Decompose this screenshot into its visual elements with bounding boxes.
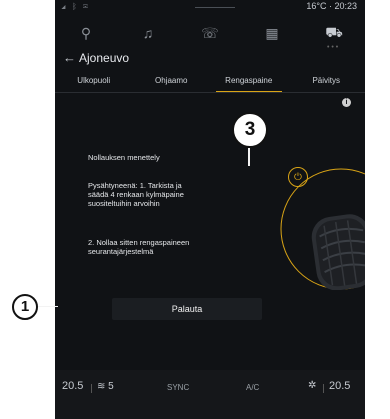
reset-step-2: 2. Nollaa sitten rengaspaineen seurantaj… (88, 238, 190, 256)
title-bar: ← Ajoneuvo (55, 48, 365, 70)
tab-paivitys[interactable]: Päivitys (288, 70, 366, 92)
sync-button[interactable]: SYNC (167, 383, 189, 392)
tire-illustration (265, 155, 365, 291)
callout-3-line (248, 148, 250, 166)
tab-ulkopuoli[interactable]: Ulkopuoli (55, 70, 133, 92)
passenger-temperature[interactable]: 20.5 (329, 380, 350, 392)
seat-heat-control[interactable]: ≋ 5 (97, 381, 114, 392)
climate-bar: 20.5 ≋ 5 SYNC A/C ✲ 20.5 (55, 370, 365, 419)
separator (323, 384, 324, 393)
seat-heat-icon: ≋ (97, 381, 106, 392)
tabs-divider (55, 92, 365, 93)
music-note-icon[interactable]: ♫ (131, 20, 165, 46)
location-pin-icon[interactable]: ⚲ (69, 20, 103, 46)
car-icon[interactable]: ⛟ (317, 20, 351, 46)
reset-procedure-heading: Nollauksen menettely (88, 153, 160, 162)
separator (91, 384, 92, 393)
tire-icon (280, 168, 365, 291)
back-arrow-icon[interactable]: ← (63, 50, 76, 65)
reset-step-1: Pysähtyneenä: 1. Tarkista ja säädä 4 ren… (88, 181, 184, 208)
fan-icon[interactable]: ✲ (308, 380, 316, 391)
tab-bar: Ulkopuoli Ohjaamo Rengaspaine Päivitys (55, 70, 365, 92)
power-icon[interactable]: ⏻ (288, 167, 308, 187)
status-divider (195, 7, 235, 8)
info-icon[interactable]: i (342, 98, 351, 107)
driver-temperature[interactable]: 20.5 (62, 380, 83, 392)
seat-heat-level: 5 (108, 381, 114, 392)
phone-icon[interactable]: ☏ (193, 20, 227, 46)
apps-grid-icon[interactable]: ▦ (255, 20, 289, 46)
status-temp-time: 16°C · 20:23 (306, 1, 357, 11)
infotainment-screen: ◢ ᛒ ✉ 16°C · 20:23 ⚲ ♫ ☏ ▦ ⛟ • • • ← Ajo… (55, 0, 365, 419)
callout-1: 1 (12, 294, 38, 320)
top-navigation: ⚲ ♫ ☏ ▦ ⛟ (55, 18, 365, 48)
tab-rengaspaine[interactable]: Rengaspaine (210, 70, 288, 92)
callout-1-line (38, 306, 58, 307)
reset-button[interactable]: Palauta (112, 298, 262, 320)
clock: 20:23 (334, 1, 357, 11)
ac-button[interactable]: A/C (246, 383, 259, 392)
callout-3: 3 (232, 112, 268, 148)
tab-ohjaamo[interactable]: Ohjaamo (133, 70, 211, 92)
page-title: Ajoneuvo (79, 51, 130, 65)
status-icons: ◢ ᛒ ✉ (61, 2, 90, 11)
outside-temperature: 16°C (306, 1, 327, 11)
status-bar: ◢ ᛒ ✉ 16°C · 20:23 (55, 0, 365, 14)
